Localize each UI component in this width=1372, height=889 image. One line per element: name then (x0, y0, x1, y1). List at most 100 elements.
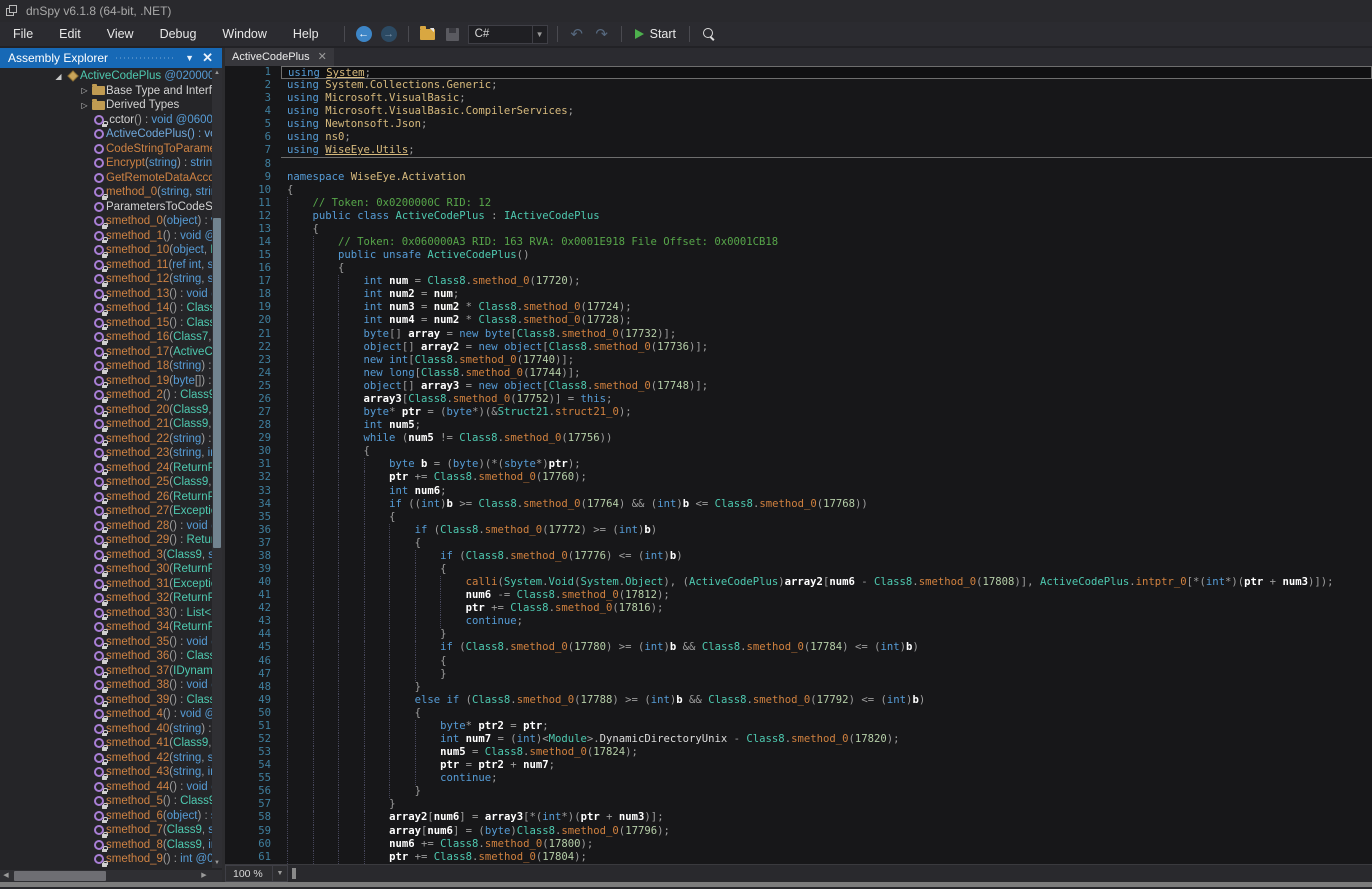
menu-edit[interactable]: Edit (46, 21, 94, 47)
tree-item[interactable]: smethod_34(ReturnPa (0, 620, 212, 635)
scroll-right-icon[interactable]: ▶ (198, 870, 210, 882)
tree-item[interactable]: smethod_9() : int @06 (0, 852, 212, 867)
indent-guide (287, 563, 288, 576)
indent-guide (313, 380, 314, 393)
tree-item[interactable]: smethod_17(ActiveCo (0, 345, 212, 360)
tree-item[interactable]: smethod_0(object) : v (0, 214, 212, 229)
menu-file[interactable]: File (0, 21, 46, 47)
code-hscroll-thumb[interactable] (292, 868, 296, 879)
tree-item[interactable]: smethod_39() : Class9 (0, 693, 212, 708)
tree-item[interactable]: ◢ActiveCodePlus @0200000 (0, 69, 212, 84)
tree-item[interactable]: .cctor() : void @060000 (0, 113, 212, 128)
tree-item[interactable]: smethod_16(Class7, st (0, 330, 212, 345)
tree-item[interactable]: smethod_38() : void @ (0, 678, 212, 693)
menu-window[interactable]: Window (209, 21, 279, 47)
code-line: calli(System.Void(System.Object), (Activ… (281, 576, 1372, 589)
redo-button[interactable]: ↷ (592, 24, 612, 44)
tree-item[interactable]: smethod_3(Class9, stri (0, 548, 212, 563)
tree-item[interactable]: GetRemoteDataAccou (0, 171, 212, 186)
tree-item[interactable]: smethod_6(object) : st (0, 809, 212, 824)
chevron-down-icon[interactable]: ▼ (532, 26, 547, 43)
tree-item[interactable]: smethod_1() : void @0 (0, 229, 212, 244)
tree-item[interactable]: smethod_12(string, str (0, 272, 212, 287)
undo-button[interactable]: ↶ (567, 24, 587, 44)
tree-item[interactable]: Encrypt(string) : string (0, 156, 212, 171)
tree-item[interactable]: smethod_10(object, In (0, 243, 212, 258)
search-assemblies-button[interactable] (699, 24, 719, 44)
menu-view[interactable]: View (94, 21, 147, 47)
tree-item[interactable]: ▷Base Type and Interfaces (0, 84, 212, 99)
tree-item[interactable]: smethod_32(ReturnPa (0, 591, 212, 606)
tree-item[interactable]: smethod_11(ref int, st (0, 258, 212, 273)
tree-item[interactable]: smethod_30(ReturnPa (0, 562, 212, 577)
line-number: 44 (225, 628, 271, 641)
tree-item[interactable]: smethod_13() : void @ (0, 287, 212, 302)
scroll-up-icon[interactable]: ▲ (212, 68, 222, 78)
tree-item[interactable]: smethod_41(Class9, st (0, 736, 212, 751)
code-area[interactable]: 1234567891011121314151617181920212223242… (225, 66, 1372, 864)
tree-item[interactable]: smethod_26(ReturnPa (0, 490, 212, 505)
language-select[interactable]: C# ▼ (468, 25, 548, 44)
start-debug-button[interactable]: Start (631, 27, 680, 41)
zoom-chevron-down-icon[interactable]: ▼ (273, 865, 288, 882)
tree-item[interactable]: smethod_4() : void @0 (0, 707, 212, 722)
tab-activecodeplus[interactable]: ActiveCodePlus ✕ (225, 48, 334, 66)
menu-debug[interactable]: Debug (147, 21, 210, 47)
expander-open-icon[interactable]: ◢ (52, 72, 65, 81)
tree-item[interactable]: smethod_15() : Class7 (0, 316, 212, 331)
tree-item[interactable]: smethod_40(string) : s (0, 722, 212, 737)
tree-item[interactable]: smethod_35() : void @ (0, 635, 212, 650)
assembly-explorer-header[interactable]: Assembly Explorer ▼ ✕ (0, 48, 222, 68)
indent-guide (338, 825, 339, 838)
tree-item[interactable]: smethod_29() : Return (0, 533, 212, 548)
tree-item[interactable]: smethod_24(ReturnPa (0, 461, 212, 476)
close-icon[interactable]: ✕ (198, 48, 217, 68)
tree-item[interactable]: smethod_5() : Class9 @ (0, 794, 212, 809)
tree-item[interactable]: smethod_25(Class9, st (0, 475, 212, 490)
open-file-button[interactable] (418, 24, 438, 44)
tree-vscroll-thumb[interactable] (213, 218, 221, 548)
navigate-forward-button[interactable]: → (379, 24, 399, 44)
tree-item[interactable]: smethod_31(Exception (0, 577, 212, 592)
tree-item[interactable]: smethod_43(string, int (0, 765, 212, 780)
zoom-level-select[interactable]: 100 % (225, 865, 273, 882)
tree-item[interactable]: smethod_7(Class9, stri (0, 823, 212, 838)
tree-item[interactable]: smethod_2() : Class9 @ (0, 388, 212, 403)
tree-item[interactable]: ActiveCodePlus() : voi (0, 127, 212, 142)
tree-item[interactable]: smethod_28() : void @ (0, 519, 212, 534)
decompiled-code[interactable]: using System;using System.Collections.Ge… (281, 66, 1372, 864)
tree-item[interactable]: smethod_36() : Class9 (0, 649, 212, 664)
tab-close-icon[interactable]: ✕ (318, 52, 327, 63)
tree-item[interactable]: smethod_42(string, str (0, 751, 212, 766)
tree-item[interactable]: ParametersToCodeStri (0, 200, 212, 215)
tree-item[interactable]: smethod_14() : Class9 (0, 301, 212, 316)
tree-item[interactable]: smethod_21(Class9, st (0, 417, 212, 432)
tree-vertical-scrollbar[interactable]: ▲ ▼ (212, 68, 222, 868)
tree-item[interactable]: ▷Derived Types (0, 98, 212, 113)
tree-item[interactable]: smethod_44() : void @ (0, 780, 212, 795)
tree-item[interactable]: smethod_18(string) : b (0, 359, 212, 374)
save-module-button[interactable] (443, 24, 463, 44)
tree-item[interactable]: smethod_33() : List<M (0, 606, 212, 621)
tree-item[interactable]: method_0(string, strin (0, 185, 212, 200)
expander-closed-icon[interactable]: ▷ (78, 101, 91, 110)
code-horizontal-scrollbar[interactable] (288, 865, 1372, 882)
chevron-down-icon[interactable]: ▼ (181, 48, 198, 68)
scroll-down-icon[interactable]: ▼ (212, 858, 222, 868)
tree-item[interactable]: smethod_23(string, int (0, 446, 212, 461)
tree-horizontal-scrollbar[interactable]: ◀ ▶ (0, 870, 222, 882)
tree-item[interactable]: CodeStringToParamet (0, 142, 212, 157)
tree-hscroll-thumb[interactable] (14, 871, 106, 881)
expander-closed-icon[interactable]: ▷ (78, 86, 91, 95)
tree-item[interactable]: smethod_22(string) : R (0, 432, 212, 447)
tree-item[interactable]: smethod_8(Class9, int) (0, 838, 212, 853)
scroll-left-icon[interactable]: ◀ (0, 870, 12, 882)
tree-item[interactable]: smethod_19(byte[]) : s (0, 374, 212, 389)
tree-item[interactable]: smethod_27(Exception (0, 504, 212, 519)
navigate-back-button[interactable]: ← (354, 24, 374, 44)
menu-help[interactable]: Help (280, 21, 332, 47)
line-number: 20 (225, 314, 271, 327)
tree-item[interactable]: smethod_37(IDynamic (0, 664, 212, 679)
tree-item[interactable]: smethod_20(Class9, st (0, 403, 212, 418)
tree-item-label: smethod_41(Class9, st (106, 737, 212, 749)
